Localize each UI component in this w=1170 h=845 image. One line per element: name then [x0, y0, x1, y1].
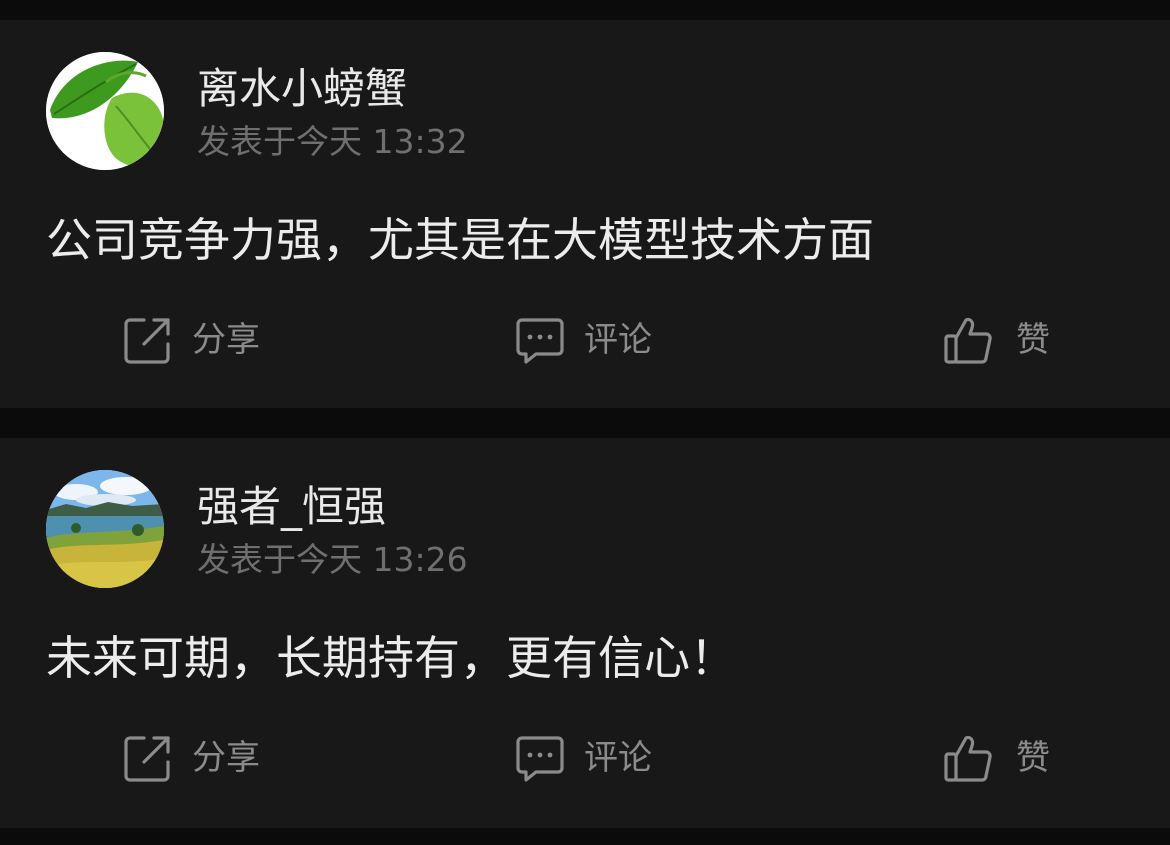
thumbs-up-icon: [942, 732, 994, 784]
avatar[interactable]: [46, 52, 164, 170]
like-label: 赞: [1016, 320, 1050, 360]
share-button[interactable]: 分享: [122, 730, 260, 786]
username[interactable]: 离水小螃蟹: [197, 64, 407, 114]
post-timestamp: 发表于今天 13:26: [197, 540, 468, 579]
share-label: 分享: [192, 320, 260, 360]
comment-bubble-icon: [514, 314, 566, 366]
like-button[interactable]: 赞: [942, 730, 1050, 786]
share-label: 分享: [192, 738, 260, 778]
comment-button[interactable]: 评论: [514, 312, 652, 368]
share-icon: [122, 732, 174, 784]
share-button[interactable]: 分享: [122, 312, 260, 368]
share-icon: [122, 314, 174, 366]
comment-text: 公司竞争力强，尤其是在大模型技术方面: [46, 213, 874, 267]
like-label: 赞: [1016, 738, 1050, 778]
comment-feed: 离水小螃蟹 发表于今天 13:32 公司竞争力强，尤其是在大模型技术方面 分享: [0, 0, 1170, 845]
comment-bubble-icon: [514, 732, 566, 784]
comment-label: 评论: [584, 320, 652, 360]
avatar[interactable]: [46, 470, 164, 588]
lake-landscape-avatar-icon: [46, 470, 164, 588]
comment-label: 评论: [584, 738, 652, 778]
comment-text: 未来可期，长期持有，更有信心！: [46, 631, 736, 685]
comment-button[interactable]: 评论: [514, 730, 652, 786]
post-timestamp: 发表于今天 13:32: [197, 122, 468, 161]
like-button[interactable]: 赞: [942, 312, 1050, 368]
comment-card: 离水小螃蟹 发表于今天 13:32 公司竞争力强，尤其是在大模型技术方面 分享: [0, 20, 1170, 408]
username[interactable]: 强者_恒强: [197, 482, 386, 532]
comment-card: 强者_恒强 发表于今天 13:26 未来可期，长期持有，更有信心！ 分享 评论 …: [0, 438, 1170, 828]
thumbs-up-icon: [942, 314, 994, 366]
green-leaf-avatar-icon: [46, 52, 164, 170]
